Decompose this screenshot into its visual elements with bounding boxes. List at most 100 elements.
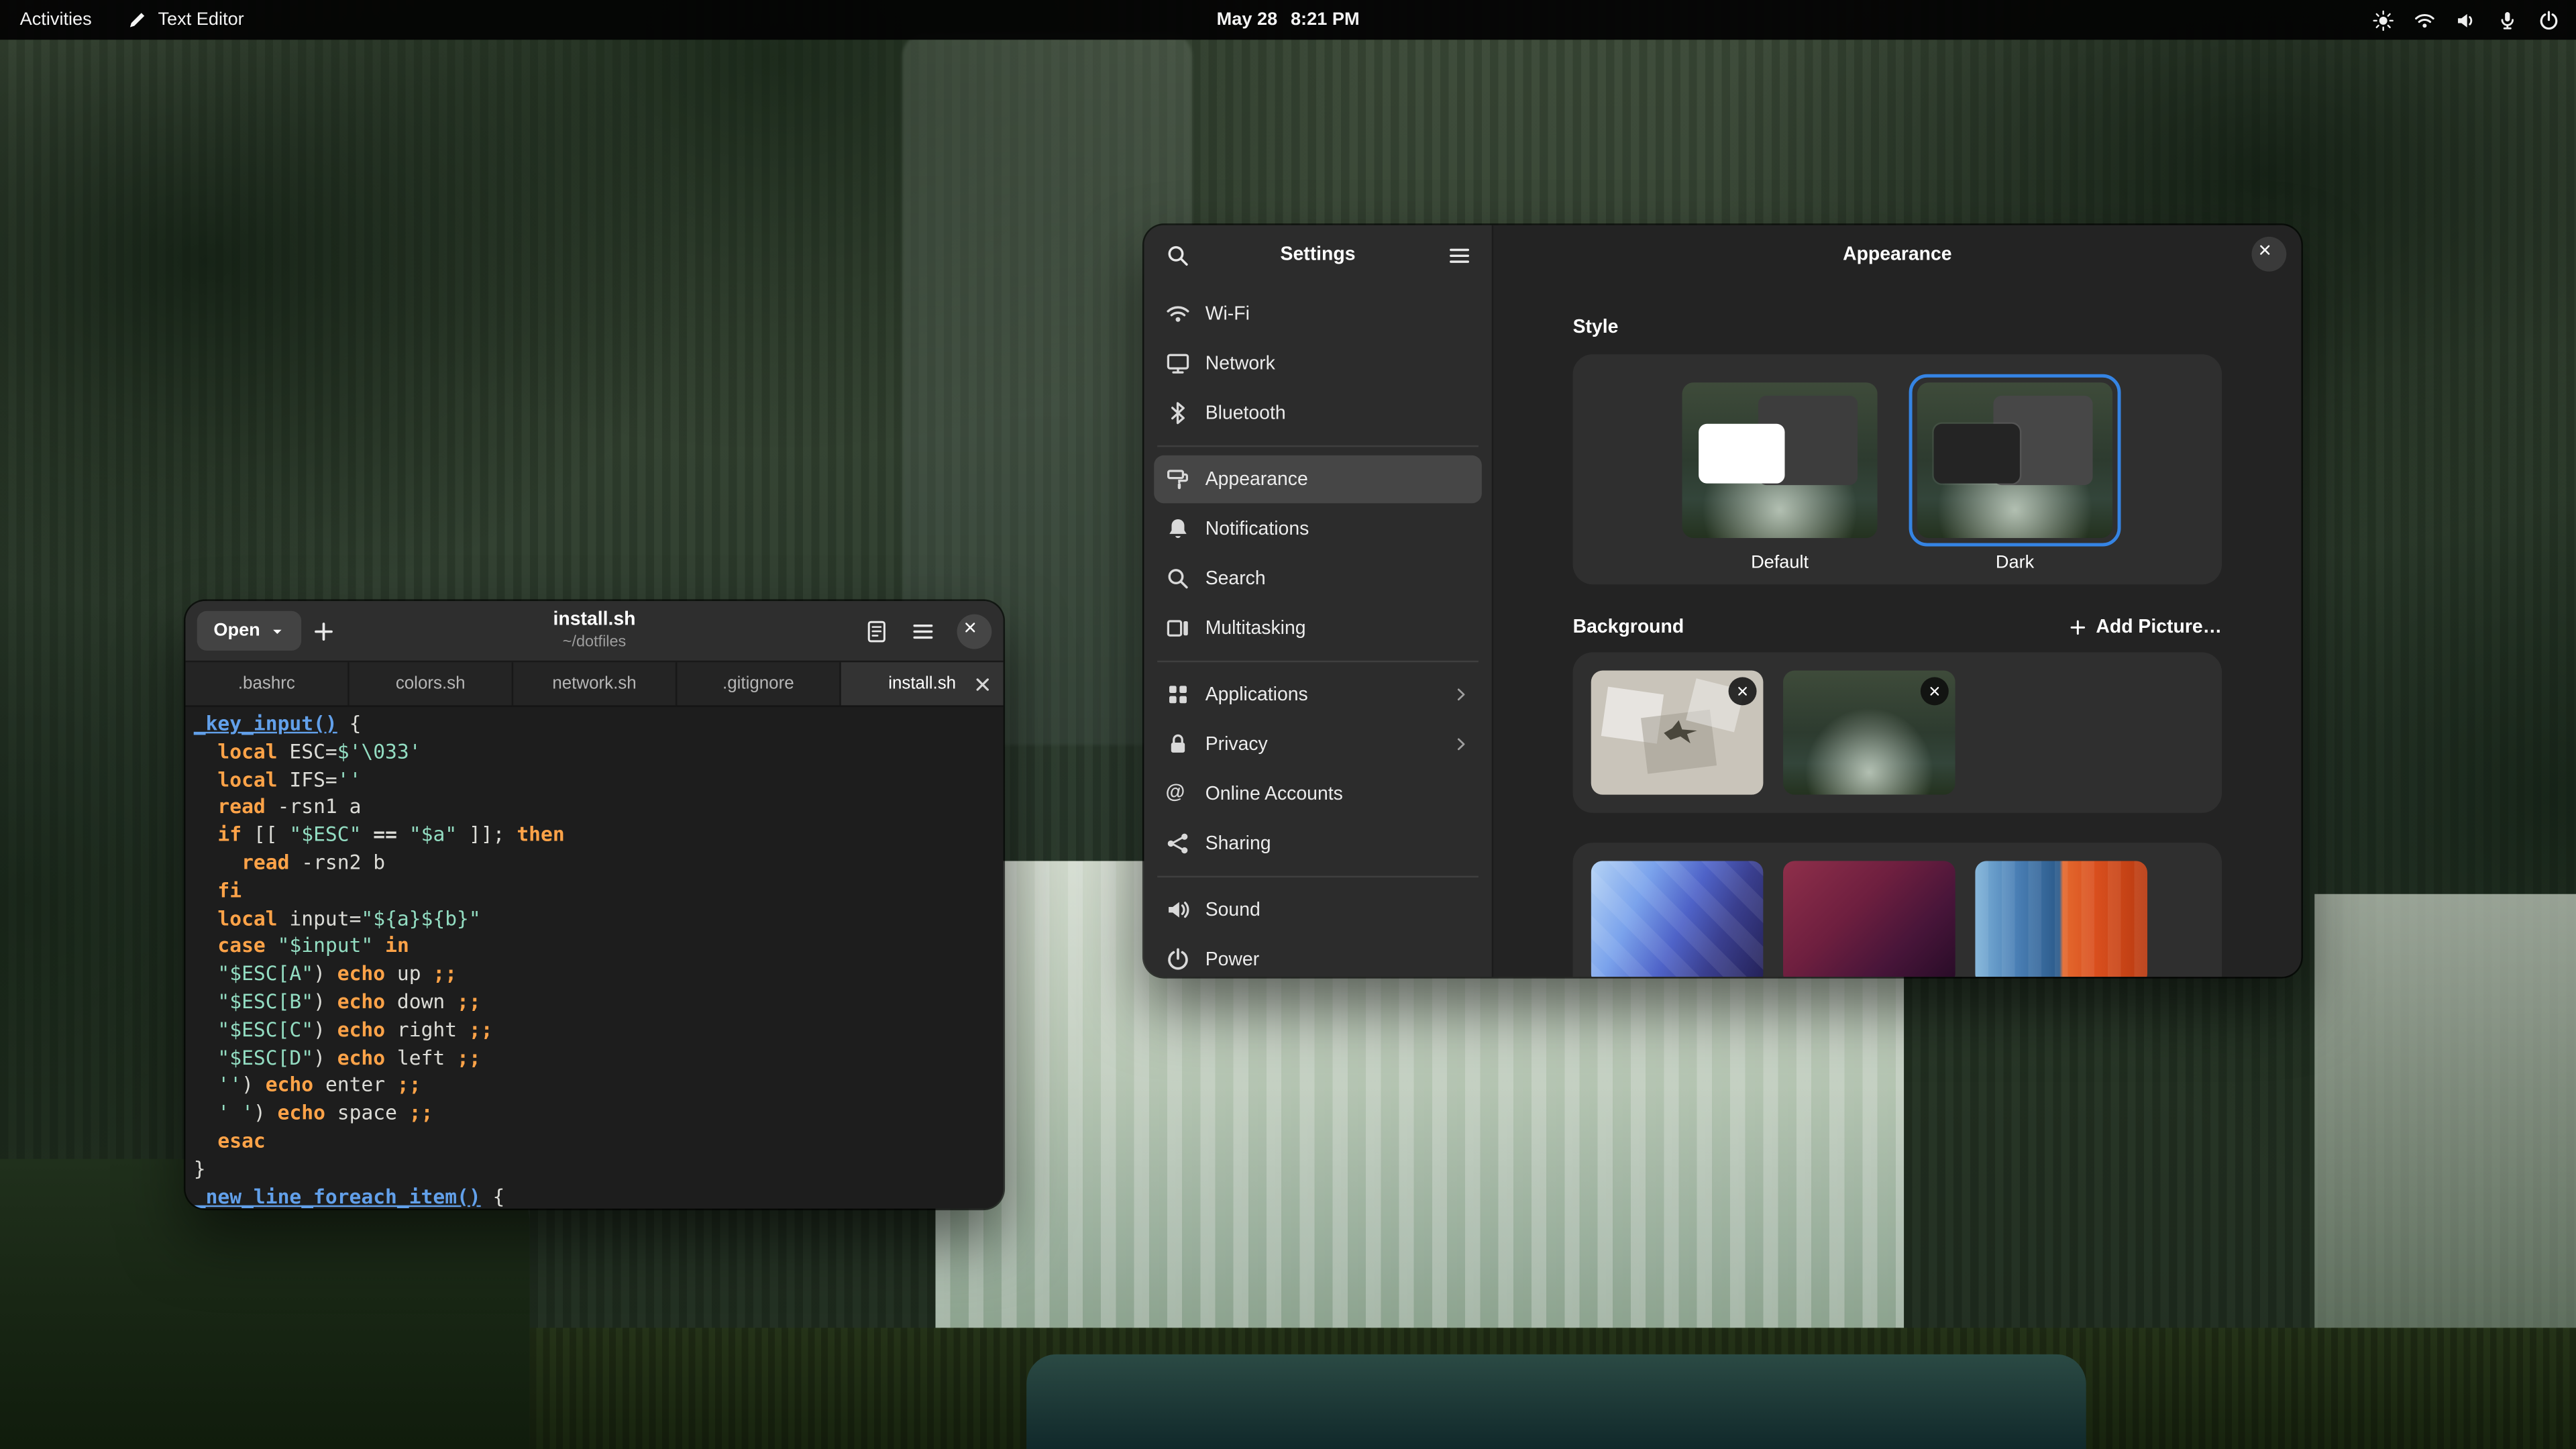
style-option-dark[interactable]: Dark — [1909, 374, 2121, 584]
code-line: local IFS='' — [194, 766, 1004, 794]
code-line: _new_line_foreach_item() { — [194, 1183, 1004, 1209]
sidebar-item-privacy[interactable]: Privacy — [1154, 720, 1482, 769]
sidebar-item-notifications[interactable]: Notifications — [1154, 505, 1482, 553]
tab-close-button[interactable] — [972, 673, 994, 694]
sidebar-item-label: Multitasking — [1205, 619, 1306, 639]
editor-title-text: install.sh — [553, 610, 635, 633]
activities-button[interactable]: Activities — [17, 10, 95, 30]
sidebar-item-label: Applications — [1205, 685, 1308, 705]
multitasking-icon — [1165, 616, 1190, 641]
code-line: esac — [194, 1128, 1004, 1155]
sidebar-item-wi-fi[interactable]: Wi-Fi — [1154, 290, 1482, 338]
tab-label: .gitignore — [722, 674, 794, 694]
code-editor-area[interactable]: _key_input() { local ESC=$'\033' local I… — [185, 707, 1003, 1209]
editor-close-button[interactable] — [957, 613, 992, 648]
theme-preview-dark — [1917, 382, 2112, 538]
settings-menu-button[interactable] — [1437, 233, 1480, 276]
sidebar-item-online-accounts[interactable]: @Online Accounts — [1154, 770, 1482, 818]
sidebar-item-network[interactable]: Network — [1154, 339, 1482, 388]
settings-sidebar-list: Wi-FiNetwork Bluetooth Appearance Notificat… — [1144, 284, 1491, 977]
remove-background-button[interactable] — [1921, 677, 1949, 705]
editor-tab--bashrc[interactable]: .bashrc — [185, 662, 349, 705]
hamburger-menu-icon — [910, 619, 934, 643]
text-editor-icon — [128, 10, 148, 30]
theme-preview-default — [1682, 382, 1877, 538]
forest-waterfall-wallpaper[interactable] — [1783, 671, 1955, 795]
system-status-area[interactable] — [2373, 9, 2560, 31]
settings-page-header: Appearance — [1493, 225, 2301, 285]
preview-front-window — [1699, 424, 1784, 484]
editor-tab-colors-sh[interactable]: colors.sh — [350, 662, 513, 705]
code-line: local input="${a}${b}" — [194, 905, 1004, 932]
power-icon — [2538, 9, 2559, 31]
pond — [1026, 1354, 2086, 1449]
document-icon — [863, 619, 888, 643]
code-line: read -rsn1 a — [194, 794, 1004, 821]
remove-background-button[interactable] — [1729, 677, 1757, 705]
sidebar-item-label: Appearance — [1205, 470, 1308, 490]
open-button-label: Open — [213, 621, 260, 641]
tab-label: install.sh — [888, 674, 956, 694]
settings-content-pane: Appearance Style DefaultDark Background … — [1493, 225, 2301, 977]
top-bar: Activities Text Editor May 28 8:21 PM — [0, 0, 2576, 40]
sidebar-item-sharing[interactable]: Sharing — [1154, 820, 1482, 868]
clock[interactable]: May 28 8:21 PM — [1217, 10, 1360, 30]
style-option-default[interactable]: Default — [1674, 374, 1886, 584]
style-option-label: Default — [1751, 553, 1809, 573]
sidebar-item-label: Power — [1205, 949, 1259, 969]
editor-tab-install-sh[interactable]: install.sh — [841, 662, 1004, 705]
editor-header-bar: Open install.sh ~/dotfiles — [185, 601, 1003, 662]
code-line: if [[ "$ESC" == "$a" ]]; then — [194, 822, 1004, 849]
current-backgrounds-card — [1573, 652, 2222, 812]
editor-menu-button[interactable] — [901, 609, 944, 652]
settings-close-button[interactable] — [2251, 237, 2286, 272]
sidebar-item-multitasking[interactable]: Multitasking — [1154, 604, 1482, 653]
code-line: '') echo enter ;; — [194, 1072, 1004, 1099]
online-accounts-icon: @ — [1165, 782, 1190, 806]
sidebar-item-search[interactable]: Search — [1154, 555, 1482, 603]
dark-red-wallpaper[interactable] — [1783, 861, 1955, 977]
bluetooth-icon — [1165, 400, 1190, 425]
add-picture-button[interactable]: Add Picture… — [2068, 618, 2222, 638]
blue-purple-wallpaper[interactable] — [1591, 861, 1764, 977]
focused-app-indicator[interactable]: Text Editor — [125, 10, 248, 30]
screen: Activities Text Editor May 28 8:21 PM Op… — [0, 0, 2576, 1449]
abstract-light-wallpaper[interactable] — [1591, 671, 1764, 795]
editor-tab--gitignore[interactable]: .gitignore — [677, 662, 841, 705]
applications-icon — [1165, 682, 1190, 707]
preview-front-window — [1934, 424, 2020, 484]
code-line: fi — [194, 877, 1004, 905]
sidebar-item-applications[interactable]: Applications — [1154, 671, 1482, 719]
document-properties-button[interactable] — [854, 609, 897, 652]
blue-orange-wallpaper[interactable] — [1975, 861, 2147, 977]
chevron-right-icon — [1452, 686, 1470, 704]
hamburger-menu-icon — [1446, 243, 1471, 268]
clock-time: 8:21 PM — [1291, 10, 1360, 30]
plus-icon — [311, 619, 335, 643]
sidebar-item-appearance[interactable]: Appearance — [1154, 455, 1482, 504]
activities-label: Activities — [20, 10, 92, 30]
privacy-icon — [1165, 732, 1190, 757]
sidebar-item-label: Privacy — [1205, 735, 1268, 755]
new-tab-button[interactable] — [301, 609, 344, 652]
brightness-icon — [2373, 9, 2394, 31]
background-heading: Background — [1573, 618, 1684, 638]
code-line: "$ESC[C") echo right ;; — [194, 1016, 1004, 1044]
sidebar-item-bluetooth[interactable]: Bluetooth — [1154, 389, 1482, 437]
wifi-icon — [1165, 301, 1190, 326]
settings-search-button[interactable] — [1156, 233, 1199, 276]
editor-header-actions — [854, 609, 991, 652]
editor-tab-network-sh[interactable]: network.sh — [513, 662, 677, 705]
sidebar-item-label: Bluetooth — [1205, 403, 1286, 423]
sidebar-item-label: Sharing — [1205, 834, 1271, 854]
tab-label: network.sh — [552, 674, 636, 694]
sidebar-item-power[interactable]: Power — [1154, 935, 1482, 977]
open-button[interactable]: Open — [197, 611, 302, 651]
sidebar-separator — [1157, 445, 1479, 447]
sidebar-item-sound[interactable]: Sound — [1154, 885, 1482, 934]
editor-tab-bar: .bashrccolors.sh network.sh .gitignore inst… — [185, 662, 1003, 707]
chevron-right-icon — [1452, 735, 1470, 753]
text-editor-window: Open install.sh ~/dotfiles — [185, 601, 1003, 1209]
code-line: "$ESC[A") echo up ;; — [194, 961, 1004, 988]
appearance-icon — [1165, 467, 1190, 492]
